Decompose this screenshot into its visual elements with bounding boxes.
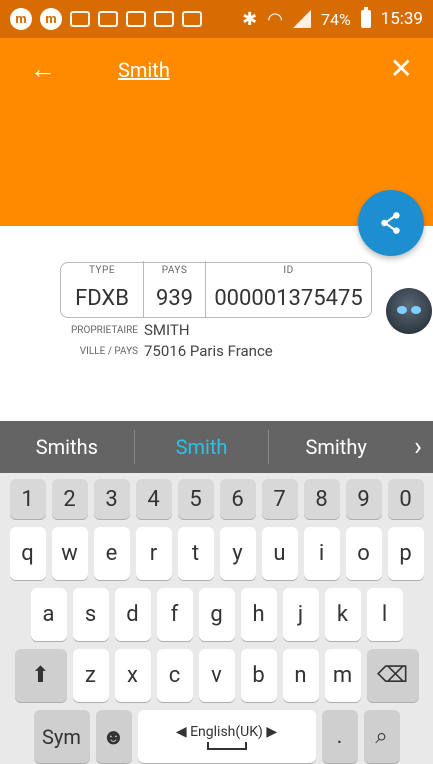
key-q[interactable]: q — [9, 527, 46, 580]
id-value: 000001375475 — [214, 286, 363, 311]
notification-icons: m m — [10, 8, 202, 30]
type-value: FDXB — [75, 286, 129, 311]
emoji-key[interactable]: ☻ — [95, 710, 132, 763]
pays-value: 939 — [155, 286, 194, 311]
wifi-icon: ◠ — [267, 8, 283, 30]
key-p[interactable]: p — [387, 527, 424, 580]
shift-icon: ⬆ — [31, 663, 50, 688]
search-icon: ⌕ — [375, 724, 388, 749]
key-5[interactable]: 5 — [177, 479, 214, 519]
zxcv-row: ⬆ z x c v b n m ⌫ — [4, 649, 429, 702]
language-label: ◀ English(UK) ▶ — [175, 723, 278, 740]
key-1[interactable]: 1 — [9, 479, 46, 519]
owner-value: SMITH — [144, 321, 190, 339]
key-z[interactable]: z — [72, 649, 109, 702]
chevron-right-icon[interactable]: › — [403, 432, 433, 462]
backspace-icon: ⌫ — [376, 663, 409, 688]
type-cell: TYPE FDXB — [61, 261, 143, 317]
suggestion-item[interactable]: Smiths — [0, 435, 134, 459]
key-8[interactable]: 8 — [303, 479, 340, 519]
pet-avatar[interactable] — [386, 288, 432, 334]
key-e[interactable]: e — [93, 527, 130, 580]
back-arrow-icon[interactable]: ← — [30, 54, 56, 85]
identification-card: TYPE FDXB PAYS 939 ID 000001375475 — [60, 261, 372, 318]
battery-percentage: 74% — [320, 9, 351, 29]
key-k[interactable]: k — [324, 588, 361, 641]
key-9[interactable]: 9 — [345, 479, 382, 519]
key-s[interactable]: s — [72, 588, 109, 641]
share-button[interactable] — [358, 190, 424, 256]
system-icons: ✱ ◠ 74% 15:39 — [242, 7, 423, 30]
message-icon — [70, 11, 90, 27]
key-a[interactable]: a — [30, 588, 67, 641]
key-t[interactable]: t — [177, 527, 214, 580]
key-7[interactable]: 7 — [261, 479, 298, 519]
m-icon: m — [40, 8, 62, 30]
suggestion-item[interactable]: Smithy — [269, 435, 403, 459]
voicemail-icon — [126, 11, 146, 27]
backspace-key[interactable]: ⌫ — [366, 649, 419, 702]
sym-key[interactable]: Sym — [33, 710, 90, 763]
key-6[interactable]: 6 — [219, 479, 256, 519]
search-key[interactable]: ⌕ — [363, 710, 400, 763]
key-w[interactable]: w — [51, 527, 88, 580]
status-bar: m m ✱ ◠ 74% 15:39 — [0, 0, 433, 38]
city-label: VILLE / PAYS — [79, 345, 138, 357]
key-n[interactable]: n — [282, 649, 319, 702]
key-x[interactable]: x — [114, 649, 151, 702]
key-y[interactable]: y — [219, 527, 256, 580]
close-icon[interactable]: ✕ — [390, 52, 413, 85]
key-d[interactable]: d — [114, 588, 151, 641]
city-value: 75016 Paris France — [144, 342, 273, 360]
id-cell: ID 000001375475 — [205, 261, 371, 317]
key-m[interactable]: m — [324, 649, 361, 702]
type-label: TYPE — [88, 265, 116, 276]
key-r[interactable]: r — [135, 527, 172, 580]
key-i[interactable]: i — [303, 527, 340, 580]
keyboard: 1 2 3 4 5 6 7 8 9 0 q w e r t y u i o p … — [0, 473, 433, 764]
key-b[interactable]: b — [240, 649, 277, 702]
bell-icon — [98, 11, 118, 27]
suggestion-item[interactable]: Smith — [135, 435, 269, 459]
key-0[interactable]: 0 — [387, 479, 424, 519]
city-row: VILLE / PAYS 75016 Paris France — [60, 342, 273, 360]
key-h[interactable]: h — [240, 588, 277, 641]
battery-icon — [360, 7, 371, 28]
key-g[interactable]: g — [198, 588, 235, 641]
space-key[interactable]: ◀ English(UK) ▶ — [137, 710, 316, 763]
key-f[interactable]: f — [156, 588, 193, 641]
signal-icon — [292, 10, 311, 28]
key-l[interactable]: l — [366, 588, 403, 641]
asdf-row: a s d f g h j k l — [4, 588, 429, 641]
key-c[interactable]: c — [156, 649, 193, 702]
owner-row: PROPRIETAIRE SMITH — [60, 321, 190, 339]
suggestion-bar: Smiths Smith Smithy › — [0, 421, 433, 473]
owner-label: PROPRIETAIRE — [71, 324, 138, 336]
message-icon — [154, 11, 174, 27]
key-3[interactable]: 3 — [93, 479, 130, 519]
id-label: ID — [283, 265, 294, 276]
key-o[interactable]: o — [345, 527, 382, 580]
share-icon — [381, 212, 400, 234]
clock: 15:39 — [380, 9, 423, 29]
shift-key[interactable]: ⬆ — [14, 649, 67, 702]
bluetooth-icon: ✱ — [242, 8, 258, 30]
page-title[interactable]: Smith — [118, 58, 170, 82]
pays-cell: PAYS 939 — [143, 261, 205, 317]
key-4[interactable]: 4 — [135, 479, 172, 519]
bottom-row: Sym ☻ ◀ English(UK) ▶ . ⌕ — [4, 710, 429, 763]
image-icon — [182, 11, 202, 27]
space-key-content: ◀ English(UK) ▶ — [176, 724, 277, 750]
pays-label: PAYS — [161, 265, 188, 276]
key-v[interactable]: v — [198, 649, 235, 702]
key-j[interactable]: j — [282, 588, 319, 641]
m-icon: m — [10, 8, 32, 30]
space-icon — [206, 741, 247, 750]
number-row: 1 2 3 4 5 6 7 8 9 0 — [4, 479, 429, 519]
key-2[interactable]: 2 — [51, 479, 88, 519]
key-u[interactable]: u — [261, 527, 298, 580]
emoji-icon: ☻ — [101, 724, 126, 750]
dot-key[interactable]: . — [321, 710, 358, 763]
qwerty-row: q w e r t y u i o p — [4, 527, 429, 580]
